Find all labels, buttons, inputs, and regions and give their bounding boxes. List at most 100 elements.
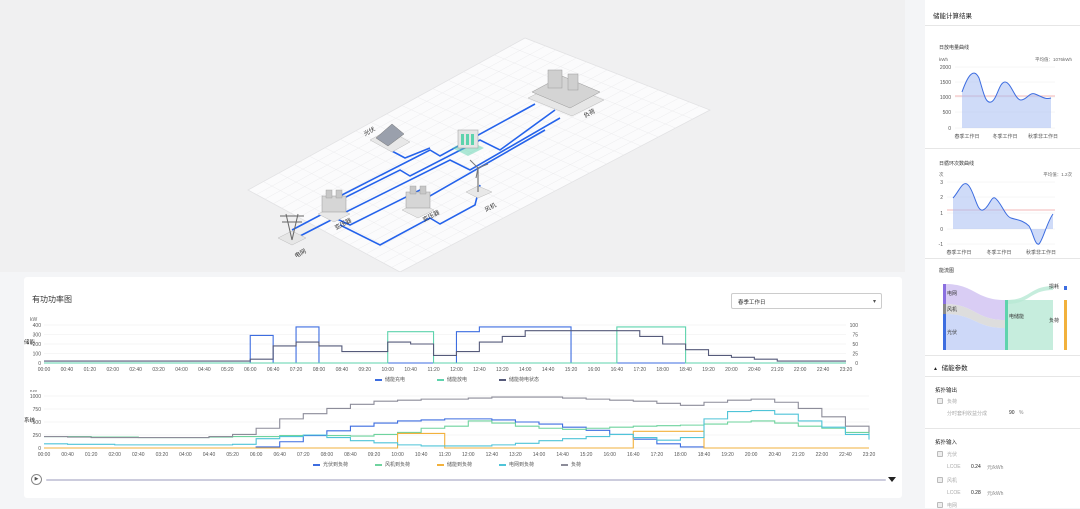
legend-label[interactable]: 电网到负荷 <box>509 461 534 468</box>
x-tick: 20:40 <box>768 452 781 458</box>
y-tick: 2 <box>940 195 943 201</box>
x-tick: 02:40 <box>129 367 142 373</box>
series-line-2 <box>44 330 846 362</box>
x-tick: 22:00 <box>794 367 807 373</box>
play-button[interactable]: ▶ <box>31 474 42 485</box>
x-tick: 16:00 <box>588 367 601 373</box>
legend-label[interactable]: 储能到负荷 <box>447 461 472 468</box>
timeline-slider[interactable] <box>46 479 886 481</box>
x-tick: 05:20 <box>221 367 234 373</box>
x-tick: 08:00 <box>321 452 334 458</box>
storage-results-panel: 储能计算结果 日放电量曲线 kWh 平均值：1076kWh 2000 1500 … <box>925 0 1080 509</box>
x-tick: 04:40 <box>198 367 211 373</box>
legend-label[interactable]: 储能荷电状态 <box>509 376 539 383</box>
x-tick: 02:00 <box>108 452 121 458</box>
input-grid-checkbox[interactable] <box>937 502 943 508</box>
x-tick: 00:40 <box>61 367 74 373</box>
series-line-0 <box>44 326 846 364</box>
caret-up-icon: ▲ <box>933 366 938 372</box>
system-power-chart: kW系统1000750500250000:00 00:40 01:20 02:00 02… <box>24 390 876 458</box>
x-tick: 冬季工作日 <box>986 249 1011 256</box>
x-tick: 01:20 <box>84 367 97 373</box>
x-tick: 14:40 <box>556 452 569 458</box>
legend-label[interactable]: 储能放电 <box>447 376 467 383</box>
x-tick: 06:00 <box>250 452 263 458</box>
legend-label[interactable]: 储能充电 <box>385 376 405 383</box>
params-header[interactable]: ▲ 储能参数 <box>933 362 968 372</box>
discharge-title: 日放电量曲线 <box>939 45 970 51</box>
legend-swatch <box>499 379 506 381</box>
legend-label[interactable]: 负荷 <box>571 461 581 468</box>
legend-swatch <box>313 464 320 466</box>
x-tick: 20:40 <box>748 367 761 373</box>
legend-swatch <box>499 464 506 466</box>
input-wind-checkbox[interactable] <box>937 477 943 483</box>
caret-down-icon[interactable] <box>888 477 896 482</box>
x-tick: 春季工作日 <box>954 133 979 140</box>
x-tick: 秋季非工作日 <box>1028 133 1058 140</box>
x-tick: 18:40 <box>679 367 692 373</box>
x-tick: 09:20 <box>359 367 372 373</box>
y2-tick: 25 <box>852 352 858 358</box>
y-tick: 200 <box>33 342 42 348</box>
active-power-card: 有功功率图 春季工作日 ▾ kW 储能 400 300 200 100 0 100 75 50 25… <box>24 277 902 498</box>
legend-label[interactable]: 风机到负荷 <box>385 461 410 468</box>
x-tick: 10:00 <box>381 367 394 373</box>
x-tick: 23:20 <box>840 367 853 373</box>
x-tick: 冬季工作日 <box>992 133 1017 140</box>
sankey-node: 负荷 <box>1049 317 1059 324</box>
x-tick: 16:40 <box>627 452 640 458</box>
y2-tick: 0 <box>855 361 858 367</box>
x-tick: 00:00 <box>38 452 51 458</box>
legend-swatch <box>375 464 382 466</box>
system-chart-legend: 光伏到负荷 风机到负荷 储能到负荷 电网到负荷 负荷 <box>24 461 902 471</box>
input-pv-checkbox[interactable] <box>937 451 943 457</box>
input-wind-unit: 元/kWh <box>987 491 1004 497</box>
y-tick: 1500 <box>940 80 951 86</box>
y-tick: 750 <box>33 407 42 413</box>
scenario-select[interactable]: 春季工作日 ▾ <box>731 293 882 309</box>
x-tick: 12:00 <box>462 452 475 458</box>
y2-tick: 50 <box>852 342 858 348</box>
series-line-0 <box>44 418 869 449</box>
legend-label[interactable]: 光伏到负荷 <box>323 461 348 468</box>
cycles-title: 日循环次数曲线 <box>939 161 975 167</box>
y-tick: 1 <box>940 211 943 217</box>
y-tick: 0 <box>948 126 951 132</box>
x-tick: 13:20 <box>509 452 522 458</box>
x-tick: 20:00 <box>725 367 738 373</box>
output-load-checkbox[interactable] <box>937 398 943 404</box>
x-tick: 18:40 <box>698 452 711 458</box>
x-tick: 22:40 <box>817 367 830 373</box>
card-title: 有功功率图 <box>32 295 72 304</box>
x-tick: 02:40 <box>132 452 145 458</box>
sankey-node: 光伏 <box>947 329 957 336</box>
x-tick: 11:20 <box>427 367 439 373</box>
y-tick: -1 <box>939 242 944 248</box>
x-tick: 23:20 <box>863 452 876 458</box>
x-tick: 22:00 <box>816 452 829 458</box>
x-tick: 01:20 <box>85 452 98 458</box>
sankey-node: 风机 <box>947 306 957 313</box>
y-tick: 500 <box>943 110 952 116</box>
x-tick: 06:40 <box>273 452 286 458</box>
input-title: 拓扑输入 <box>935 440 958 446</box>
input-wind-lcoe-value[interactable]: 0.28 <box>971 490 981 496</box>
series-line-1 <box>44 326 846 364</box>
x-tick: 11:20 <box>439 452 451 458</box>
input-pv-lcoe-value[interactable]: 0.24 <box>971 464 981 470</box>
x-tick: 21:20 <box>792 452 805 458</box>
x-tick: 10:40 <box>415 452 428 458</box>
x-tick: 春季工作日 <box>946 249 971 256</box>
x-tick: 20:00 <box>745 452 758 458</box>
x-tick: 03:20 <box>152 367 165 373</box>
legend-swatch <box>437 379 444 381</box>
x-tick: 12:40 <box>486 452 499 458</box>
x-tick: 06:40 <box>267 367 280 373</box>
x-tick: 12:40 <box>473 367 486 373</box>
x-tick: 17:20 <box>651 452 664 458</box>
y-tick: 300 <box>33 333 42 339</box>
scenario-select-value: 春季工作日 <box>738 300 766 306</box>
x-tick: 08:40 <box>336 367 349 373</box>
output-rate-value[interactable]: 90 <box>1009 410 1015 416</box>
